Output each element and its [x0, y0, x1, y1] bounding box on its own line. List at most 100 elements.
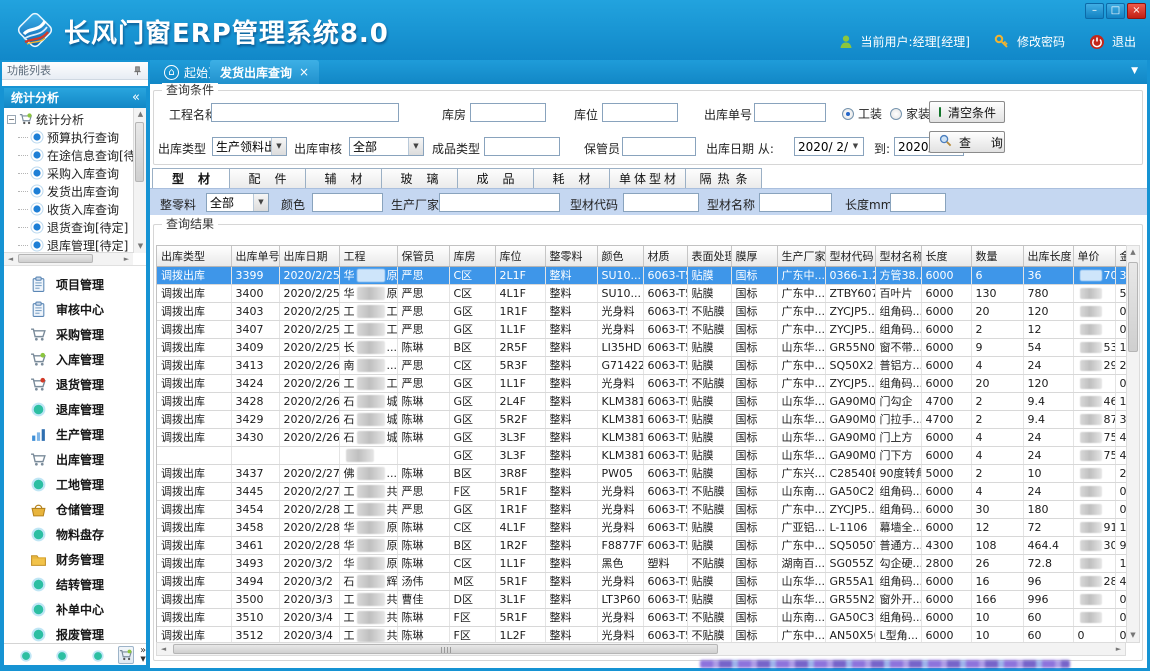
scroll-right-icon[interactable]: ►: [120, 253, 133, 266]
sidebar-item-财务管理[interactable]: 财务管理: [4, 547, 146, 572]
column-header-长度[interactable]: 长度: [921, 246, 971, 266]
dropdown-icon[interactable]: ▼: [253, 194, 268, 211]
tree-expander-icon[interactable]: −: [7, 115, 16, 124]
tree-item[interactable]: 退货查询[待定]: [4, 218, 133, 236]
keeper-input[interactable]: [622, 137, 696, 156]
table-row[interactable]: 调拨出库34092020/2/25长...陈琳B区2R5F整料LI35HD606…: [157, 338, 1126, 356]
column-header-库房[interactable]: 库房: [449, 246, 495, 266]
search-button[interactable]: 查 询: [929, 131, 1005, 153]
table-row[interactable]: 调拨出库34542020/2/28工共工程严思G区1R1F整料光身料6063-T…: [157, 500, 1126, 518]
tab-close-icon[interactable]: ×: [299, 65, 309, 79]
nav-dot-icon[interactable]: [55, 648, 69, 662]
maximize-button[interactable]: □: [1106, 3, 1125, 19]
pin-icon[interactable]: [132, 64, 143, 81]
tree-vertical-scrollbar[interactable]: ▲ ▼: [133, 108, 146, 253]
dropdown-icon[interactable]: ▼: [848, 138, 863, 155]
material-tab-耗材[interactable]: 耗材: [534, 168, 610, 189]
radio-home[interactable]: 家装: [890, 105, 930, 122]
table-row[interactable]: 调拨出库34372020/2/27佛...陈琳B区3R8F整料PW056063-…: [157, 464, 1126, 482]
radio-industrial-icon[interactable]: [842, 108, 854, 120]
dropdown-icon[interactable]: ▼: [408, 138, 423, 155]
table-row[interactable]: 调拨出库35122020/3/4工共工程陈琳F区1L2F整料光身料6063-T5…: [157, 626, 1126, 643]
sidebar-item-审核中心[interactable]: 审核中心: [4, 297, 146, 322]
manufacturer-input[interactable]: [439, 193, 560, 212]
profile-name-input[interactable]: [759, 193, 832, 212]
tree-root[interactable]: − 统计分析: [4, 110, 133, 128]
material-tab-辅材[interactable]: 辅材: [306, 168, 382, 189]
sidebar-item-结转管理[interactable]: 结转管理: [4, 572, 146, 597]
close-button[interactable]: ×: [1127, 3, 1146, 19]
sidebar-item-工地管理[interactable]: 工地管理: [4, 472, 146, 497]
table-row[interactable]: 调拨出库34072020/2/25工工程严思G区1L1F整料光身料6063-T5…: [157, 320, 1126, 338]
scroll-down-icon[interactable]: ▼: [134, 240, 146, 253]
table-row[interactable]: 调拨出库34282020/2/26石城陈琳G区2L4F整料KLM38176063…: [157, 392, 1126, 410]
table-row[interactable]: 调拨出库34132020/2/26南...严思C区5R3F整料G71422606…: [157, 356, 1126, 374]
tab-list-dropdown-icon[interactable]: ▼: [1131, 66, 1138, 76]
tab-shipping-outbound-query[interactable]: 发货出库查询 ×: [210, 60, 319, 84]
material-tab-单体型材[interactable]: 单体型材: [610, 168, 686, 189]
radio-industrial[interactable]: 工装: [842, 105, 882, 122]
scroll-down-icon[interactable]: ▼: [1127, 629, 1139, 642]
sidebar-item-入库管理[interactable]: 入库管理: [4, 347, 146, 372]
dropdown-icon[interactable]: ▼: [271, 138, 286, 155]
table-row[interactable]: 调拨出库33992020/2/25华原...严思C区2L1F整料SU10...6…: [157, 266, 1126, 284]
logout-link[interactable]: 退出: [1112, 33, 1136, 50]
out-type-select[interactable]: 生产领料出库 ▼: [212, 137, 287, 156]
sidebar-item-物料盘存[interactable]: 物料盘存: [4, 522, 146, 547]
table-row[interactable]: 调拨出库35102020/3/4工共工程陈琳F区5R1F整料光身料6063-T5…: [157, 608, 1126, 626]
column-header-型材代码[interactable]: 型材代码: [825, 246, 875, 266]
column-header-出库日期[interactable]: 出库日期: [279, 246, 339, 266]
change-password-link[interactable]: 修改密码: [1017, 33, 1065, 50]
whole-part-select[interactable]: 全部 ▼: [206, 193, 269, 212]
grid-horizontal-scrollbar[interactable]: ◄ ►: [156, 642, 1126, 656]
tree-item[interactable]: 收货入库查询: [4, 200, 133, 218]
column-header-出库类型[interactable]: 出库类型: [157, 246, 231, 266]
column-header-库位[interactable]: 库位: [495, 246, 545, 266]
minimize-button[interactable]: –: [1085, 3, 1104, 19]
column-header-型材名称[interactable]: 型材名称: [875, 246, 921, 266]
table-row[interactable]: 调拨出库34612020/2/28华原...陈琳B区1R2F整料F8877FT6…: [157, 536, 1126, 554]
table-row[interactable]: 调拨出库34302020/2/26石城陈琳G区3L3F整料KLM38176063…: [157, 428, 1126, 446]
sidebar-item-项目管理[interactable]: 项目管理: [4, 272, 146, 297]
table-row[interactable]: 调拨出库34452020/2/27工共工程严思F区5R1F整料光身料6063-T…: [157, 482, 1126, 500]
table-row[interactable]: 调拨出库34292020/2/26石城陈琳G区5R2F整料KLM38176063…: [157, 410, 1126, 428]
table-row[interactable]: 调拨出库34582020/2/28华原...陈琳C区4L1F整料光身料6063-…: [157, 518, 1126, 536]
color-input[interactable]: [312, 193, 383, 212]
scroll-left-icon[interactable]: ◄: [4, 253, 17, 266]
column-header-表面处理[interactable]: 表面处理: [687, 246, 731, 266]
column-header-出库长度[interactable]: 出库长度: [1023, 246, 1073, 266]
grid-vertical-scrollbar[interactable]: ▲ ▼: [1126, 245, 1140, 643]
column-header-保管员[interactable]: 保管员: [397, 246, 449, 266]
column-header-金[interactable]: 金: [1115, 246, 1126, 266]
warehouse-input[interactable]: [470, 103, 546, 122]
collapse-icon[interactable]: «: [132, 88, 140, 108]
table-row[interactable]: 调拨出库34032020/2/25工工程严思G区1R1F整料光身料6063-T5…: [157, 302, 1126, 320]
scroll-up-icon[interactable]: ▲: [1127, 246, 1139, 259]
sidebar-item-出库管理[interactable]: 出库管理: [4, 447, 146, 472]
column-header-整零料[interactable]: 整零料: [545, 246, 597, 266]
material-tab-配件[interactable]: 配件: [230, 168, 306, 189]
tree-item[interactable]: 预算执行查询: [4, 128, 133, 146]
scroll-left-icon[interactable]: ◄: [157, 643, 170, 656]
date-from-picker[interactable]: 2020/ 2/16 ▼: [794, 137, 864, 156]
material-tab-型材[interactable]: 型材: [152, 168, 230, 189]
location-input[interactable]: [602, 103, 678, 122]
cart-button[interactable]: [118, 646, 134, 664]
more-buttons-chevron[interactable]: »▼: [140, 647, 146, 663]
length-input[interactable]: [890, 193, 946, 212]
column-header-出库单号[interactable]: 出库单号: [231, 246, 279, 266]
material-tab-成品[interactable]: 成品: [458, 168, 534, 189]
table-row[interactable]: 调拨出库35002020/3/3工共工程曹佳D区3L1F整料LT3P606063…: [157, 590, 1126, 608]
tree-item[interactable]: 采购入库查询: [4, 164, 133, 182]
table-row[interactable]: G区3L3F整料KLM38176063-T5贴膜国标山东华...GA90M09.…: [157, 446, 1126, 464]
project-name-input[interactable]: [211, 103, 399, 122]
order-no-input[interactable]: [754, 103, 826, 122]
material-tab-隔热条[interactable]: 隔热条: [686, 168, 762, 189]
table-row[interactable]: 调拨出库34002020/2/25华原...严思C区4L1F整料SU10...6…: [157, 284, 1126, 302]
sidebar-section-header[interactable]: 统计分析 «: [4, 88, 146, 108]
audit-select[interactable]: 全部 ▼: [349, 137, 424, 156]
tree-horizontal-scrollbar[interactable]: ◄ ►: [4, 252, 133, 265]
scroll-up-icon[interactable]: ▲: [134, 108, 146, 121]
radio-home-icon[interactable]: [890, 108, 902, 120]
scroll-right-icon[interactable]: ►: [1112, 643, 1125, 656]
